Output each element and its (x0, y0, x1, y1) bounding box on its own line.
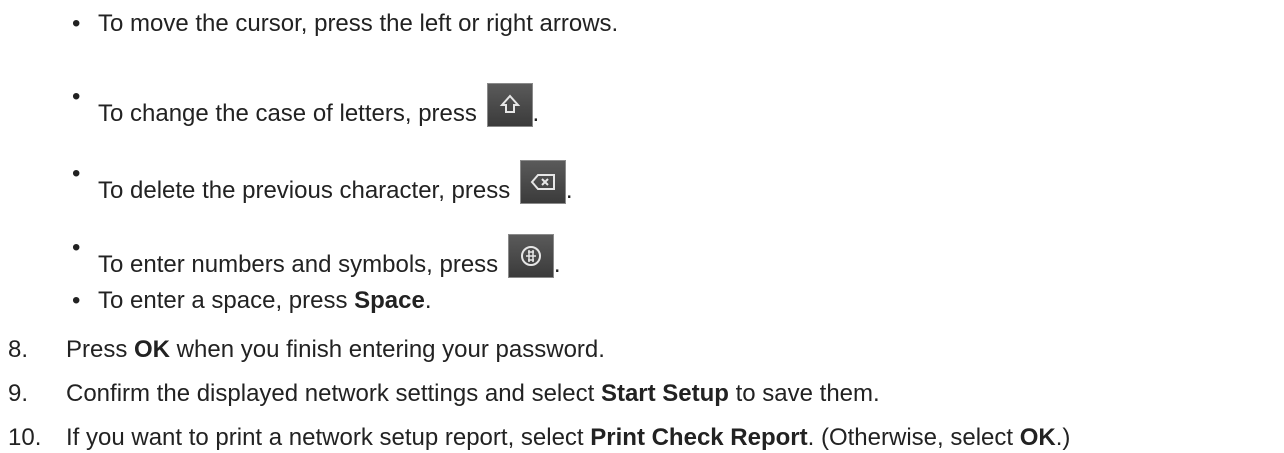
step-text: If you want to print a network setup rep… (66, 424, 1071, 451)
start-setup-label: Start Setup (600, 380, 729, 407)
step-number: 9. (8, 380, 29, 407)
step-number: 10. (8, 424, 42, 451)
print-check-report-label: Print Check Report (590, 424, 808, 451)
bullet-marker: • (72, 287, 81, 314)
bullet-text: To move the cursor, press the left or ri… (98, 10, 619, 37)
bullet-text: To delete the previous character, press (98, 177, 517, 204)
bullet-text-line: To delete the previous character, press … (98, 160, 573, 205)
symbols-key-image (507, 234, 554, 278)
bullet-marker: • (72, 234, 81, 261)
step-text: Confirm the displayed network settings a… (66, 380, 880, 407)
bullet-text: To change the case of letters, press (98, 100, 484, 127)
shift-key-image (486, 83, 533, 127)
bullet-text: To enter numbers and symbols, press (98, 251, 505, 278)
symbols-icon (520, 246, 541, 266)
bullet-marker: • (72, 10, 81, 37)
ok-label: OK (1019, 424, 1056, 451)
step-text: Press OK when you finish entering your p… (66, 336, 605, 363)
backspace-key-image (519, 160, 566, 204)
bullet-text-line: To enter numbers and symbols, press . (98, 234, 561, 279)
backspace-icon (530, 174, 555, 190)
bullet-marker: • (72, 83, 81, 110)
step-number: 8. (8, 336, 29, 363)
space-key-label: Space (354, 287, 425, 314)
bullet-text-line: To enter a space, press Space. (98, 287, 432, 314)
shift-icon (499, 94, 520, 113)
bullet-marker: • (72, 160, 81, 187)
bullet-text-line: To change the case of letters, press . (98, 83, 539, 128)
ok-label: OK (134, 336, 171, 363)
